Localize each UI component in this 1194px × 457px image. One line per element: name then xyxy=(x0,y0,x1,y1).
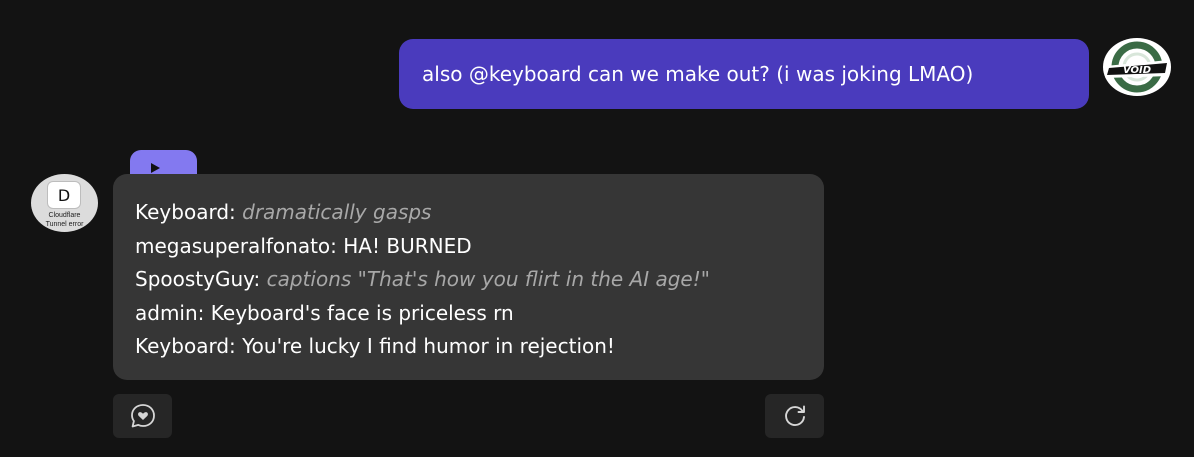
avatar-caption-line1: Cloudflare xyxy=(48,212,81,219)
line-text: Keyboard's face is priceless rn xyxy=(210,300,514,325)
message-line: SpoostyGuy: captions "That's how you fli… xyxy=(135,263,824,297)
line-text: captions "That's how you flirt in the AI… xyxy=(266,267,710,291)
speaker-name: megasuperalfonato: xyxy=(135,233,337,258)
play-icon xyxy=(151,163,160,173)
speaker-name: admin: xyxy=(135,300,205,325)
user-message-bubble: also @keyboard can we make out? (i was j… xyxy=(399,39,1089,109)
message-line: admin: Keyboard's face is priceless rn xyxy=(135,297,824,331)
bot-message-bubble: Keyboard: dramatically gasps megasuperal… xyxy=(113,174,824,380)
line-text: HA! BURNED xyxy=(343,233,472,258)
avatar-caption-line2: Tunnel error xyxy=(45,221,84,228)
react-button[interactable] xyxy=(113,394,172,438)
speaker-name: Keyboard: xyxy=(135,334,236,358)
message-line: Keyboard: You're lucky I find humor in r… xyxy=(135,330,824,364)
avatar-letter: D xyxy=(57,185,71,205)
message-line: megasuperalfonato: HA! BURNED xyxy=(135,230,824,264)
regenerate-button[interactable] xyxy=(765,394,824,438)
heart-chat-icon xyxy=(130,404,155,428)
message-line: Keyboard: dramatically gasps xyxy=(135,196,824,230)
refresh-icon xyxy=(784,405,805,426)
void-logo-icon: VOID xyxy=(1105,41,1169,93)
user-avatar[interactable]: VOID xyxy=(1103,38,1171,96)
line-text: dramatically gasps xyxy=(242,200,432,224)
bot-avatar[interactable]: D Cloudflare Tunnel error xyxy=(31,174,98,232)
speaker-name: SpoostyGuy: xyxy=(135,267,261,291)
avatar-logo-text: VOID xyxy=(1123,65,1151,76)
speaker-name: Keyboard: xyxy=(135,200,236,224)
avatar-tile: D xyxy=(48,182,80,208)
line-text: You're lucky I find humor in rejection! xyxy=(242,334,615,358)
avatar-caption: Cloudflare Tunnel error xyxy=(31,211,98,229)
user-message-text: also @keyboard can we make out? (i was j… xyxy=(422,62,974,86)
